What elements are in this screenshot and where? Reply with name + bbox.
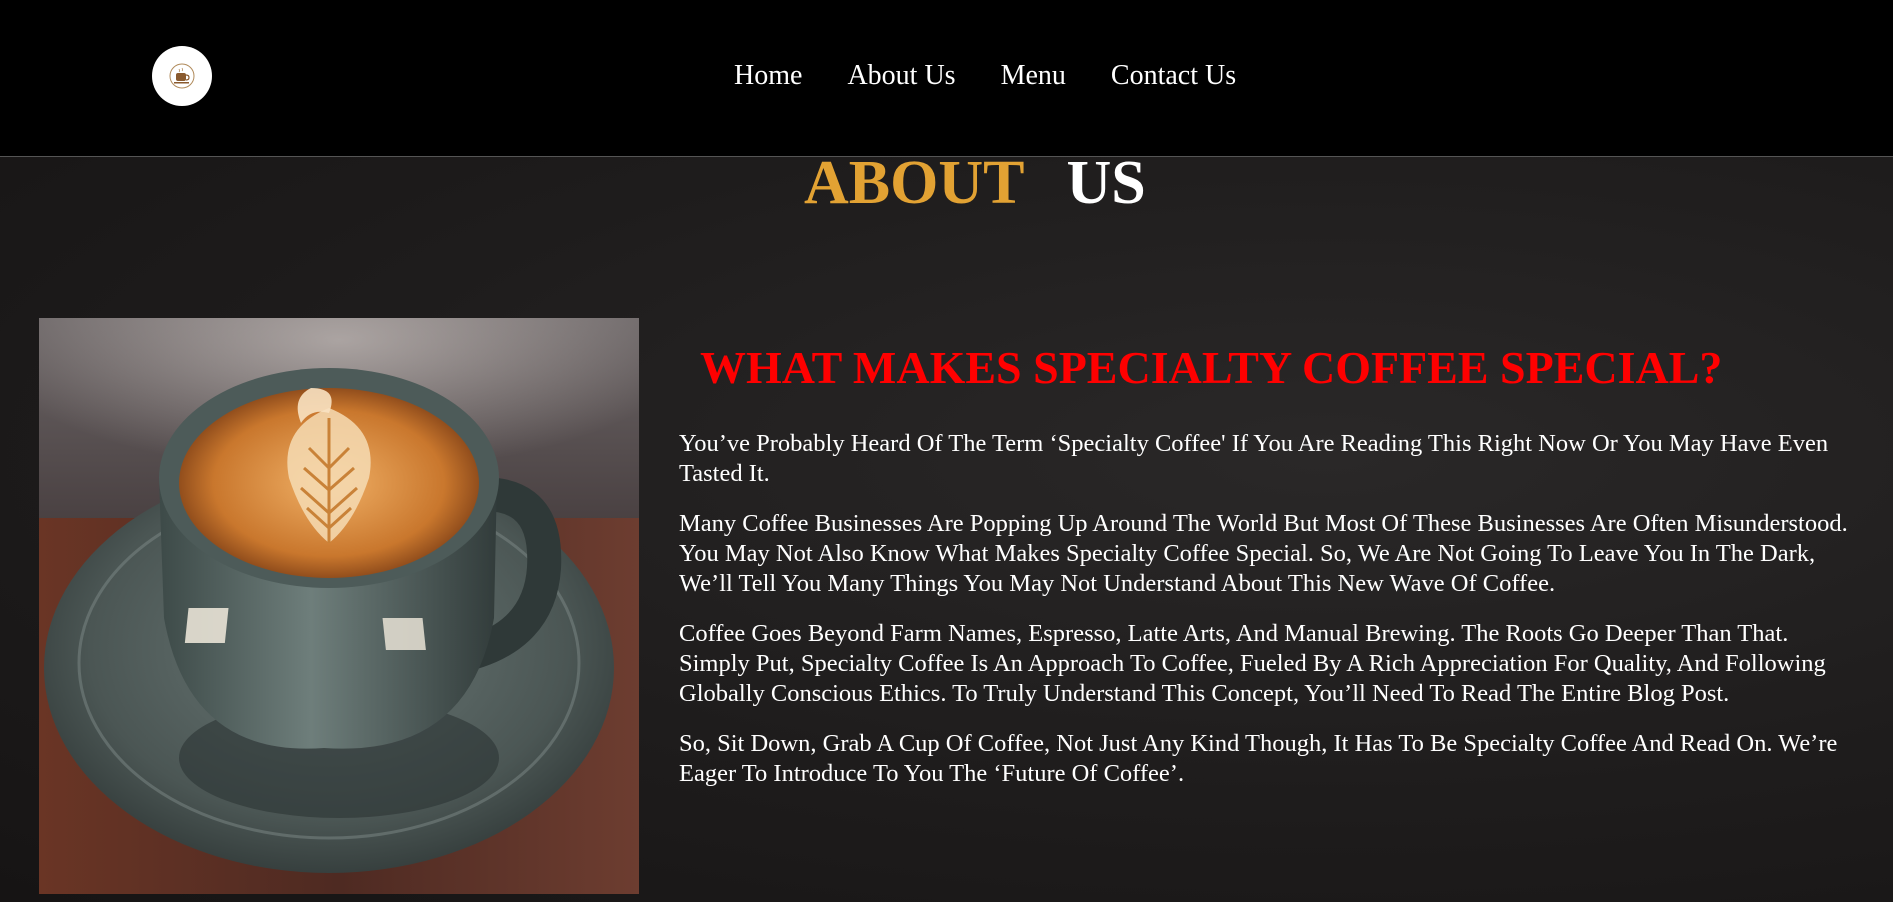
nav-link-contact-us[interactable]: Contact Us [1111, 58, 1236, 94]
paragraph: Coffee Goes Beyond Farm Names, Espresso,… [679, 620, 1826, 707]
paragraph: You’ve Probably Heard Of The Term ‘Speci… [679, 430, 1829, 487]
nav-link-menu[interactable]: Menu [1001, 58, 1066, 94]
page-title-about: ABOUT [804, 149, 1025, 217]
logo[interactable] [152, 46, 212, 106]
about-text: You’ve Probably Heard Of The Term ‘Speci… [679, 429, 1859, 809]
nav-link-home[interactable]: Home [734, 58, 802, 94]
coffee-cup-icon [169, 63, 195, 89]
paragraph: Many Coffee Businesses Are Popping Up Ar… [679, 510, 1848, 597]
top-navbar: Home About Us Menu Contact Us [0, 0, 1893, 157]
main-nav: Home About Us Menu Contact Us [734, 58, 1281, 94]
page-title-us: US [1066, 149, 1146, 217]
section-subheading: WHAT MAKES SPECIALTY COFFEE SPECIAL? [700, 342, 1723, 393]
latte-art-image [39, 318, 639, 894]
paragraph: So, Sit Down, Grab A Cup Of Coffee, Not … [679, 730, 1838, 787]
nav-link-about-us[interactable]: About Us [847, 58, 955, 94]
page-title: ABOUT US [804, 152, 1146, 214]
about-section: ABOUT US WHAT MAKES SPECIALTY COFFEE SPE… [0, 152, 1893, 902]
